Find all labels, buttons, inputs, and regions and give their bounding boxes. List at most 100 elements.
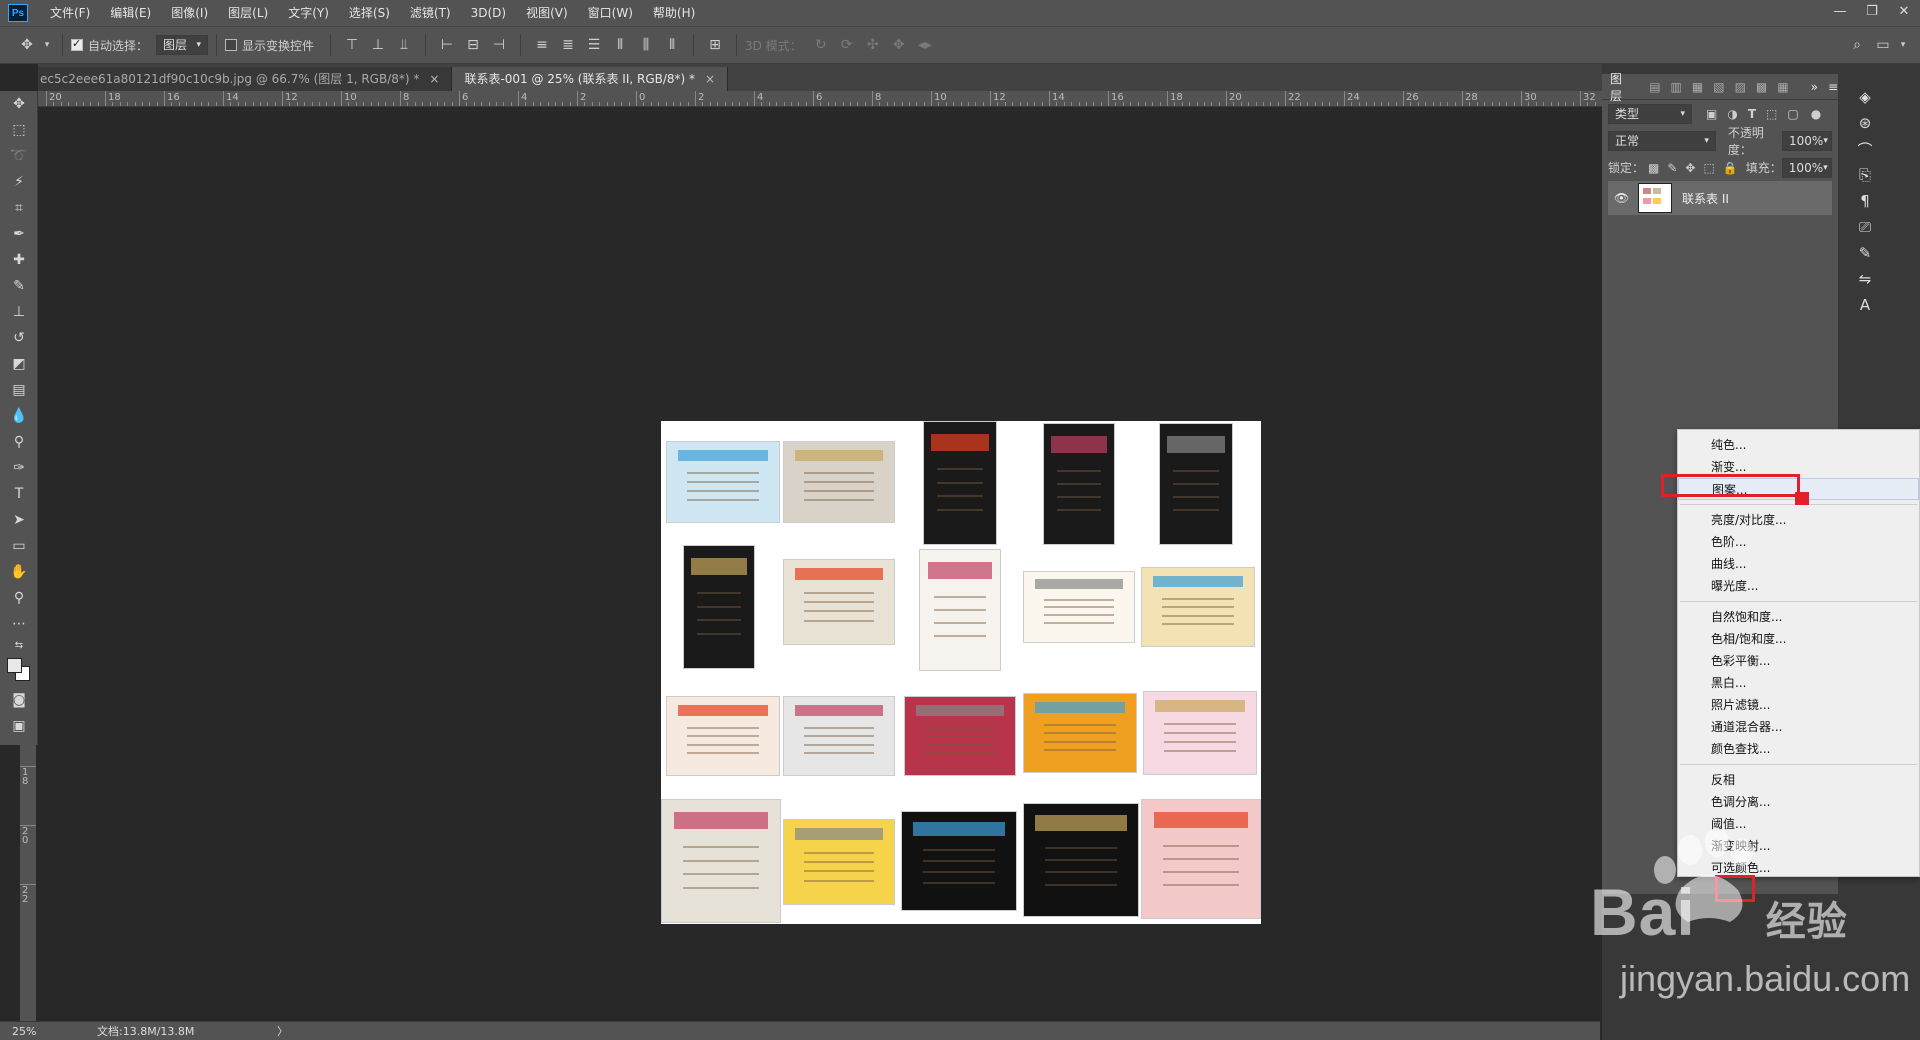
menu-item-solid-color[interactable]: 纯色...: [1678, 434, 1919, 456]
channels-icon[interactable]: ▤: [1649, 80, 1660, 94]
document-contact-sheet[interactable]: [661, 421, 1261, 924]
menu-edit[interactable]: 编辑(E): [100, 0, 161, 26]
blend-mode-dropdown[interactable]: 正常 ▾: [1608, 130, 1716, 151]
adjustments-icon[interactable]: ▧: [1713, 80, 1724, 94]
filter-pixel-icon[interactable]: ▣: [1706, 107, 1717, 121]
menu-item-invert[interactable]: 反相: [1678, 769, 1919, 791]
filter-shape-icon[interactable]: ⬚: [1766, 107, 1777, 121]
menu-type[interactable]: 文字(Y): [278, 0, 339, 26]
lock-position-icon[interactable]: ✥: [1685, 161, 1695, 175]
minimize-button[interactable]: —: [1824, 0, 1856, 26]
eraser-tool-icon[interactable]: ◩: [0, 351, 38, 377]
3d-pan-icon[interactable]: ✣: [862, 34, 884, 56]
character-icon[interactable]: A: [1848, 292, 1882, 318]
menu-file[interactable]: 文件(F): [40, 0, 100, 26]
align-hcenter-icon[interactable]: ⊟: [462, 34, 484, 56]
show-transform-checkbox[interactable]: [225, 39, 238, 51]
paths-icon[interactable]: ▥: [1671, 80, 1682, 94]
menu-3d[interactable]: 3D(D): [461, 0, 516, 26]
history-brush-tool-icon[interactable]: ↺: [0, 325, 38, 351]
history-icon[interactable]: ▦: [1692, 80, 1703, 94]
auto-select-dropdown[interactable]: 图层 ▾: [156, 35, 209, 55]
dodge-tool-icon[interactable]: ⚲: [0, 429, 38, 455]
tab-document-1[interactable]: ec5c2eee61a80121df90c10c9b.jpg @ 66.7% (…: [38, 67, 453, 91]
brushes-icon[interactable]: ✎: [1848, 240, 1882, 266]
swatches-icon[interactable]: ▦: [1777, 80, 1788, 94]
menu-item-channel-mixer[interactable]: 通道混合器...: [1678, 716, 1919, 738]
menu-item-posterize[interactable]: 色调分离...: [1678, 791, 1919, 813]
move-tool-icon[interactable]: ✥: [0, 91, 38, 117]
magic-wand-tool-icon[interactable]: ⚡: [0, 169, 38, 195]
color-swatches[interactable]: [0, 653, 38, 687]
menu-select[interactable]: 选择(S): [339, 0, 400, 26]
distribute-left-icon[interactable]: ⫴: [609, 34, 631, 56]
lasso-tool-icon[interactable]: ➰: [0, 143, 38, 169]
canvas-area[interactable]: [38, 107, 1602, 1021]
distribute-right-icon[interactable]: ⦀: [661, 34, 683, 56]
auto-align-icon[interactable]: ⊞: [704, 34, 726, 56]
menu-item-hue-saturation[interactable]: 色相/饱和度...: [1678, 628, 1919, 650]
align-vcenter-icon[interactable]: ⊥: [367, 34, 389, 56]
type-tool-icon[interactable]: T: [0, 481, 38, 507]
zoom-level[interactable]: 25%: [12, 1025, 82, 1038]
path-selection-tool-icon[interactable]: ➤: [0, 507, 38, 533]
chevron-down-icon[interactable]: ▾: [1898, 34, 1908, 56]
visibility-eye-icon[interactable]: 👁: [1614, 191, 1634, 205]
menu-image[interactable]: 图像(I): [161, 0, 218, 26]
menu-item-levels[interactable]: 色阶...: [1678, 531, 1919, 553]
align-bottom-icon[interactable]: ⫫: [393, 34, 415, 56]
rectangle-tool-icon[interactable]: ▭: [0, 533, 38, 559]
swap-colors-icon[interactable]: ⇆: [0, 637, 38, 653]
distribute-vcenter-icon[interactable]: ≣: [557, 34, 579, 56]
filter-type-icon[interactable]: T: [1748, 107, 1756, 121]
filter-smart-icon[interactable]: ▢: [1787, 107, 1798, 121]
close-icon[interactable]: ×: [429, 72, 439, 86]
fill-input[interactable]: 100% ▾: [1781, 157, 1832, 178]
healing-brush-tool-icon[interactable]: ✚: [0, 247, 38, 273]
filter-toggle-icon[interactable]: ●: [1811, 107, 1821, 121]
channels-icon[interactable]: ⊛: [1848, 110, 1882, 136]
properties-icon[interactable]: ▩: [1756, 80, 1767, 94]
distribute-top-icon[interactable]: ≡: [531, 34, 553, 56]
close-button[interactable]: ✕: [1888, 0, 1920, 26]
lock-all-icon[interactable]: 🔒: [1723, 161, 1738, 175]
panel-menu-icon[interactable]: ≡: [1828, 80, 1838, 94]
tab-layers[interactable]: 图层: [1610, 70, 1633, 104]
brush-tool-icon[interactable]: ✎: [0, 273, 38, 299]
hand-tool-icon[interactable]: ✋: [0, 559, 38, 585]
chevron-down-icon[interactable]: ▾: [42, 34, 52, 56]
blur-tool-icon[interactable]: 💧: [0, 403, 38, 429]
menu-filter[interactable]: 滤镜(T): [400, 0, 461, 26]
eyedropper-tool-icon[interactable]: ✒: [0, 221, 38, 247]
zoom-tool-icon[interactable]: ⚲: [0, 585, 38, 611]
layer-row[interactable]: 👁 联系表 II: [1608, 181, 1832, 215]
marquee-tool-icon[interactable]: ⬚: [0, 117, 38, 143]
align-left-icon[interactable]: ⊢: [436, 34, 458, 56]
close-icon[interactable]: ×: [705, 72, 715, 86]
distribute-hcenter-icon[interactable]: ⫼: [635, 34, 657, 56]
auto-select-checkbox[interactable]: [71, 37, 83, 51]
menu-help[interactable]: 帮助(H): [643, 0, 705, 26]
3d-orbit-icon[interactable]: ↻: [810, 34, 832, 56]
layers-icon[interactable]: ◈: [1848, 84, 1882, 110]
more-tools-icon[interactable]: ⋯: [0, 611, 38, 637]
workspace-icon[interactable]: ▭: [1872, 34, 1894, 56]
collapse-icon[interactable]: »: [1811, 80, 1818, 94]
stamp-tool-icon[interactable]: ⊥: [0, 299, 38, 325]
gradient-tool-icon[interactable]: ▤: [0, 377, 38, 403]
tab-document-2[interactable]: 联系表-001 @ 25% (联系表 II, RGB/8*) * ×: [452, 67, 729, 91]
quick-mask-icon[interactable]: ◙: [0, 687, 38, 713]
menu-item-threshold[interactable]: 阈值...: [1678, 813, 1919, 835]
menu-item-brightness-contrast[interactable]: 亮度/对比度...: [1678, 509, 1919, 531]
crop-tool-icon[interactable]: ⌗: [0, 195, 38, 221]
3d-scale-icon[interactable]: ◂▸: [914, 34, 936, 56]
align-right-icon[interactable]: ⊣: [488, 34, 510, 56]
distribute-bottom-icon[interactable]: ☰: [583, 34, 605, 56]
lock-artboard-icon[interactable]: ⬚: [1703, 161, 1714, 175]
paragraph-icon[interactable]: ¶: [1848, 188, 1882, 214]
menu-item-vibrance[interactable]: 自然饱和度...: [1678, 606, 1919, 628]
menu-view[interactable]: 视图(V): [516, 0, 578, 26]
menu-item-curves[interactable]: 曲线...: [1678, 553, 1919, 575]
layer-filter-dropdown[interactable]: 类型 ▾: [1608, 103, 1692, 124]
history-icon[interactable]: ⎘: [1848, 162, 1882, 188]
